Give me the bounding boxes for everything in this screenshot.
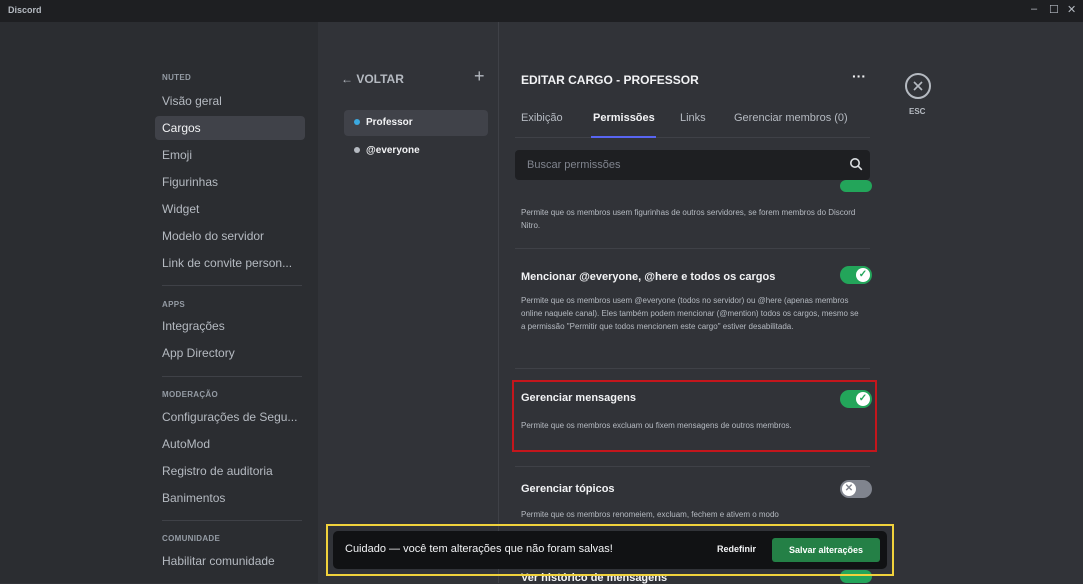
close-icon bbox=[913, 81, 923, 91]
sidebar-item-integrations[interactable]: Integrações bbox=[155, 314, 305, 338]
maximize-button[interactable]: ☐ bbox=[1049, 3, 1059, 16]
permission-toggle[interactable]: ✓ bbox=[840, 266, 872, 284]
x-icon: ✕ bbox=[842, 482, 856, 496]
back-button[interactable]: ← VOLTAR bbox=[341, 72, 404, 86]
role-item-professor[interactable]: Professor bbox=[344, 110, 488, 136]
app-title: Discord bbox=[8, 5, 42, 15]
role-color-dot bbox=[354, 119, 360, 126]
highlight-box bbox=[512, 380, 877, 452]
tab-links[interactable]: Links bbox=[680, 112, 706, 124]
notice-highlight-box bbox=[326, 524, 894, 576]
sidebar-item-stickers[interactable]: Figurinhas bbox=[155, 170, 305, 194]
permission-title: Mencionar @everyone, @here e todos os ca… bbox=[521, 271, 776, 283]
permission-divider bbox=[515, 466, 870, 467]
sidebar-item-emoji[interactable]: Emoji bbox=[155, 143, 305, 167]
tab-manage-members[interactable]: Gerenciar membros (0) bbox=[734, 112, 848, 124]
search-input[interactable] bbox=[515, 150, 835, 180]
permission-toggle[interactable]: ✕ bbox=[840, 480, 872, 498]
tab-display[interactable]: Exibição bbox=[521, 112, 563, 124]
sidebar-item-safety-settings[interactable]: Configurações de Segu... bbox=[155, 405, 305, 429]
permission-divider bbox=[515, 248, 870, 249]
sidebar-item-bans[interactable]: Banimentos bbox=[155, 486, 305, 510]
page-title: EDITAR CARGO - PROFESSOR bbox=[521, 73, 699, 87]
sidebar-section-moderation: MODERAÇÃO bbox=[162, 390, 219, 399]
minimize-button[interactable]: – bbox=[1031, 3, 1037, 15]
sidebar-divider bbox=[162, 520, 302, 521]
sidebar-item-overview[interactable]: Visão geral bbox=[155, 89, 305, 113]
title-bar: Discord – ☐ ✕ bbox=[0, 0, 1083, 22]
plus-icon[interactable]: + bbox=[474, 66, 485, 87]
permissions-search bbox=[515, 150, 870, 180]
sidebar-section-server: NUTED bbox=[162, 73, 192, 82]
close-settings-button[interactable] bbox=[905, 73, 931, 99]
roles-column bbox=[318, 22, 499, 583]
sidebar-item-server-template[interactable]: Modelo do servidor bbox=[155, 224, 305, 248]
tabs-divider bbox=[515, 137, 870, 138]
check-icon: ✓ bbox=[856, 268, 870, 282]
sidebar-divider bbox=[162, 285, 302, 286]
role-name: Professor bbox=[366, 117, 413, 128]
permission-title: Gerenciar tópicos bbox=[521, 483, 615, 495]
permission-description: Permite que os membros renomeiem, exclua… bbox=[521, 510, 779, 519]
sidebar-item-audit-log[interactable]: Registro de auditoria bbox=[155, 459, 305, 483]
sidebar-item-widget[interactable]: Widget bbox=[155, 197, 305, 221]
permission-divider bbox=[515, 368, 870, 369]
sidebar-section-community: COMUNIDADE bbox=[162, 534, 221, 543]
sidebar-item-enable-community[interactable]: Habilitar comunidade bbox=[155, 549, 305, 573]
search-icon[interactable] bbox=[849, 157, 863, 176]
permission-description: Permite que os membros usem figurinhas d… bbox=[521, 208, 856, 230]
esc-label: ESC bbox=[909, 107, 926, 116]
role-item-everyone[interactable]: @everyone bbox=[344, 138, 488, 164]
sidebar-item-automod[interactable]: AutoMod bbox=[155, 432, 305, 456]
close-window-button[interactable]: ✕ bbox=[1067, 3, 1076, 16]
more-options-button[interactable]: ··· bbox=[852, 68, 866, 84]
role-name: @everyone bbox=[366, 145, 420, 156]
sidebar-divider bbox=[162, 376, 302, 377]
sidebar-item-invite-link[interactable]: Link de convite person... bbox=[155, 251, 305, 275]
tab-permissions[interactable]: Permissões bbox=[593, 112, 655, 124]
permission-description: Permite que os membros usem @everyone (t… bbox=[521, 296, 859, 331]
active-tab-indicator bbox=[591, 136, 656, 138]
sidebar-item-app-directory[interactable]: App Directory bbox=[155, 341, 305, 365]
permission-toggle[interactable] bbox=[840, 180, 872, 192]
sidebar-item-roles[interactable]: Cargos bbox=[155, 116, 305, 140]
role-color-dot bbox=[354, 147, 360, 154]
sidebar-section-apps: APPS bbox=[162, 300, 185, 309]
